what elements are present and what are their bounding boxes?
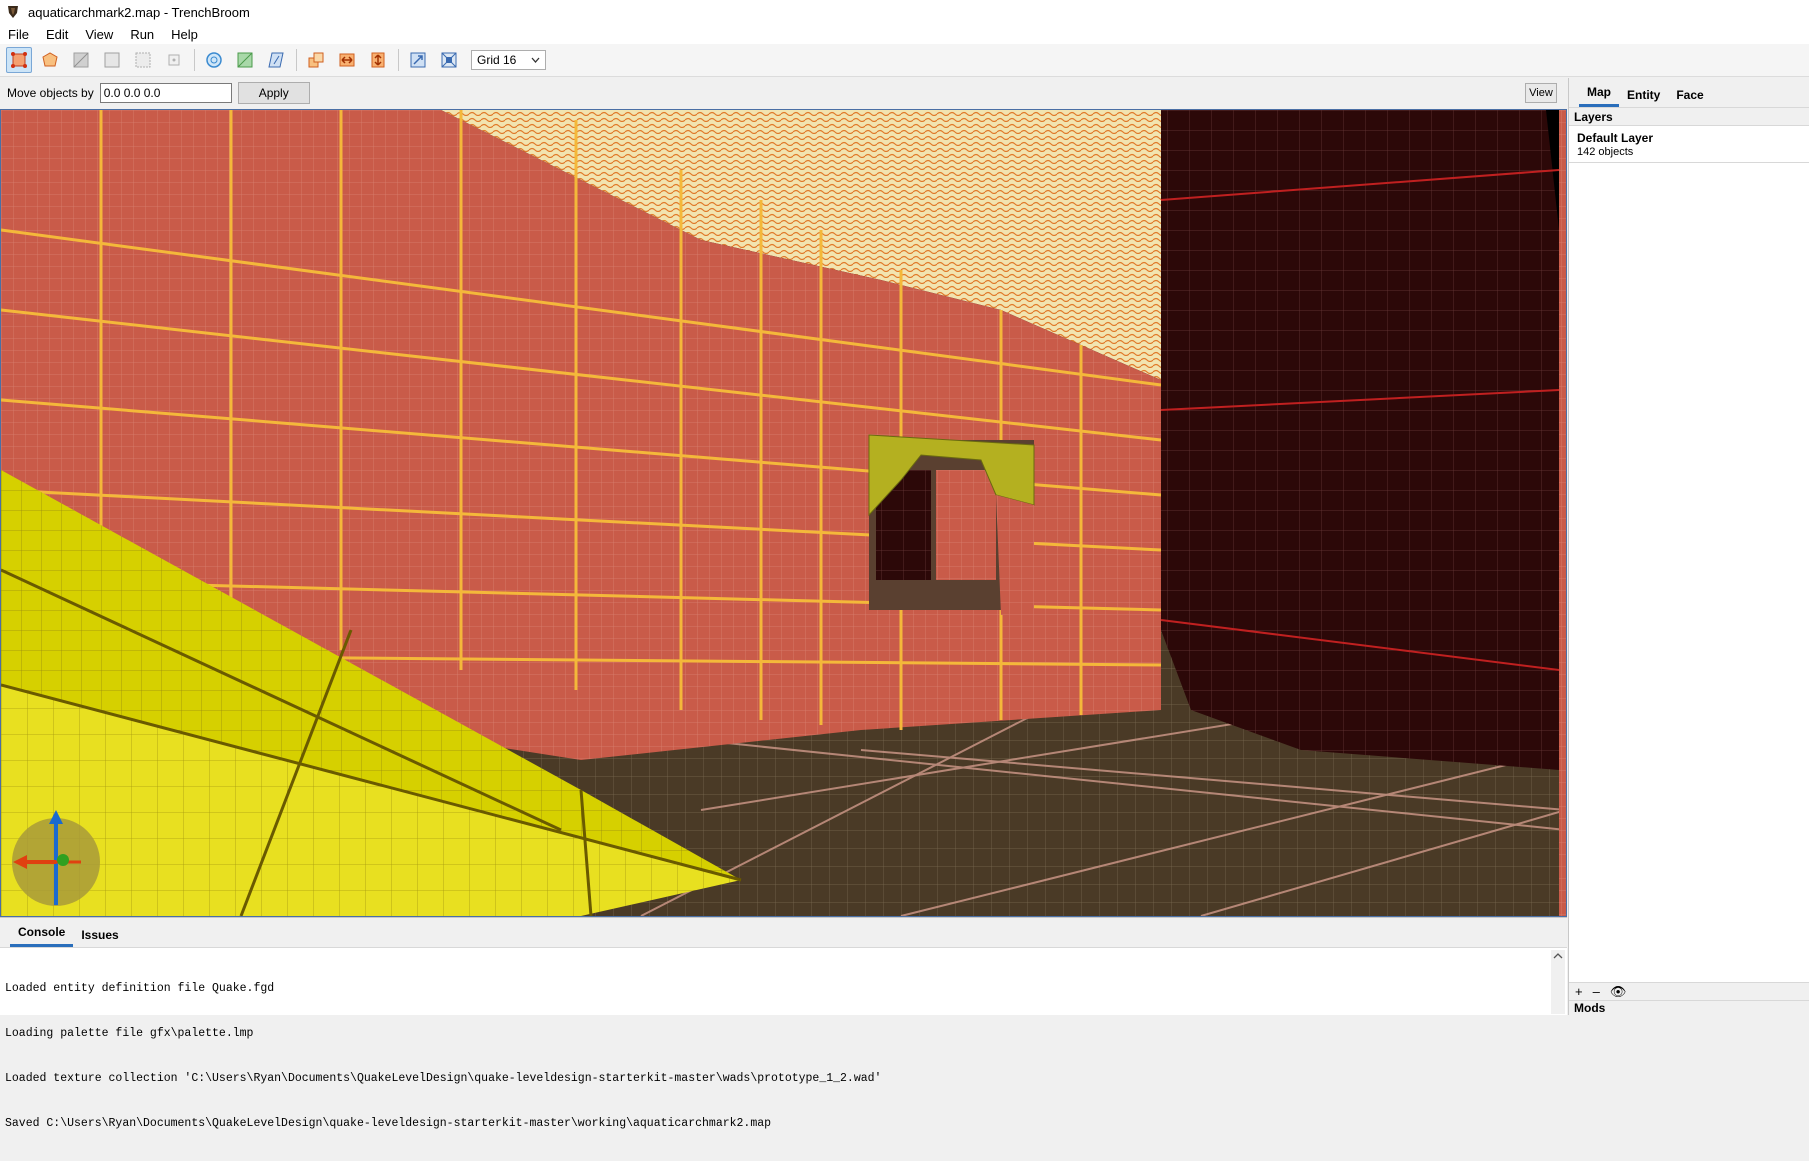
layers-footer: + – 👁 — [1569, 982, 1809, 1000]
face-tool-button[interactable] — [99, 47, 125, 73]
move-objects-label: Move objects by — [7, 86, 94, 100]
menu-bar: File Edit View Run Help — [0, 24, 1809, 44]
vertex-tool-button[interactable] — [37, 47, 63, 73]
title-bar: aquaticarchmark2.map - TrenchBroom — [0, 0, 1809, 24]
duplicate-button[interactable] — [303, 47, 329, 73]
chevron-down-icon — [531, 57, 540, 63]
face-tool-icon — [104, 52, 120, 68]
rotate-tool-button[interactable] — [161, 47, 187, 73]
console-tabs: Console Issues — [0, 918, 1567, 948]
tab-face[interactable]: Face — [1668, 88, 1711, 107]
console-line: Loaded entity definition file Quake.fgd — [5, 982, 275, 995]
view-button[interactable]: View — [1525, 83, 1557, 103]
tab-entity[interactable]: Entity — [1619, 88, 1668, 107]
viewport-scene — [1, 110, 1566, 916]
console-scrollbar[interactable] — [1551, 950, 1565, 1014]
texture-lock-button[interactable] — [405, 47, 431, 73]
mods-header: Mods — [1569, 1000, 1809, 1015]
move-objects-bar: Move objects by Apply View — [0, 78, 1567, 108]
shear-tool-icon — [237, 52, 253, 68]
console-log: Loaded entity definition file Quake.fgd … — [0, 948, 1567, 1161]
remove-layer-icon[interactable]: – — [1593, 984, 1600, 999]
console-line: Loaded texture collection 'C:\Users\Ryan… — [5, 1072, 882, 1085]
grid-size-value: Grid 16 — [477, 53, 517, 67]
menu-view[interactable]: View — [85, 27, 113, 42]
texture-lock-icon — [410, 52, 426, 68]
layer-name: Default Layer — [1577, 131, 1654, 145]
skew-tool-button[interactable] — [263, 47, 289, 73]
flip-horizontal-button[interactable] — [334, 47, 360, 73]
toolbar-separator — [194, 49, 195, 71]
shear-tool-button[interactable] — [232, 47, 258, 73]
layers-header: Layers — [1569, 108, 1809, 126]
right-pillar — [1161, 110, 1559, 770]
vertex-tool-icon — [42, 52, 58, 67]
3d-viewport[interactable] — [0, 109, 1567, 917]
far-right-wall — [1559, 110, 1566, 916]
console-panel: Console Issues Loaded entity definition … — [0, 917, 1567, 1130]
console-line: Loading palette file gfx\palette.lmp — [5, 1027, 254, 1040]
scale-tool-button[interactable] — [201, 47, 227, 73]
grid-size-select[interactable]: Grid 16 — [471, 50, 546, 70]
tab-map[interactable]: Map — [1579, 85, 1619, 107]
move-tool-button[interactable] — [6, 47, 32, 73]
doorway-right-jamb — [996, 495, 1034, 615]
flip-horizontal-icon — [339, 53, 355, 67]
move-tool-icon — [11, 52, 27, 68]
edge-tool-button[interactable] — [68, 47, 94, 73]
inspector-panel: Map Entity Face Layers Default Layer 142… — [1568, 78, 1809, 1015]
trenchbroom-logo-icon — [8, 6, 18, 18]
uv-lock-icon — [441, 52, 457, 68]
apply-button[interactable]: Apply — [237, 82, 310, 104]
toolbar: Grid 16 — [0, 44, 1809, 77]
layer-item-default[interactable]: Default Layer 142 objects — [1569, 126, 1809, 163]
console-line: Saved C:\Users\Ryan\Documents\QuakeLevel… — [5, 1117, 772, 1130]
rotate-tool-icon — [168, 54, 180, 66]
move-offset-input[interactable] — [99, 83, 232, 103]
uv-lock-button[interactable] — [436, 47, 462, 73]
clip-tool-icon — [135, 52, 151, 68]
menu-edit[interactable]: Edit — [46, 27, 68, 42]
doorway-far-wall — [936, 470, 996, 580]
tab-console[interactable]: Console — [10, 925, 74, 947]
menu-help[interactable]: Help — [171, 27, 198, 42]
scale-tool-icon — [206, 52, 222, 68]
window-title: aquaticarchmark2.map - TrenchBroom — [28, 4, 250, 20]
chevron-up-icon — [1553, 953, 1563, 959]
inspector-tabs: Map Entity Face — [1569, 78, 1809, 108]
toolbar-separator — [296, 49, 297, 71]
duplicate-icon — [308, 52, 324, 68]
flip-vertical-icon — [371, 52, 385, 68]
tab-issues[interactable]: Issues — [73, 928, 126, 947]
flip-vertical-button[interactable] — [365, 47, 391, 73]
toolbar-separator — [398, 49, 399, 71]
menu-run[interactable]: Run — [130, 27, 154, 42]
add-layer-icon[interactable]: + — [1575, 984, 1583, 999]
clip-tool-button[interactable] — [130, 47, 156, 73]
eye-icon[interactable]: 👁 — [1610, 984, 1627, 1000]
menu-file[interactable]: File — [8, 27, 29, 42]
layer-object-count: 142 objects — [1577, 146, 1634, 158]
skew-tool-icon — [268, 52, 284, 68]
edge-tool-icon — [73, 52, 89, 68]
